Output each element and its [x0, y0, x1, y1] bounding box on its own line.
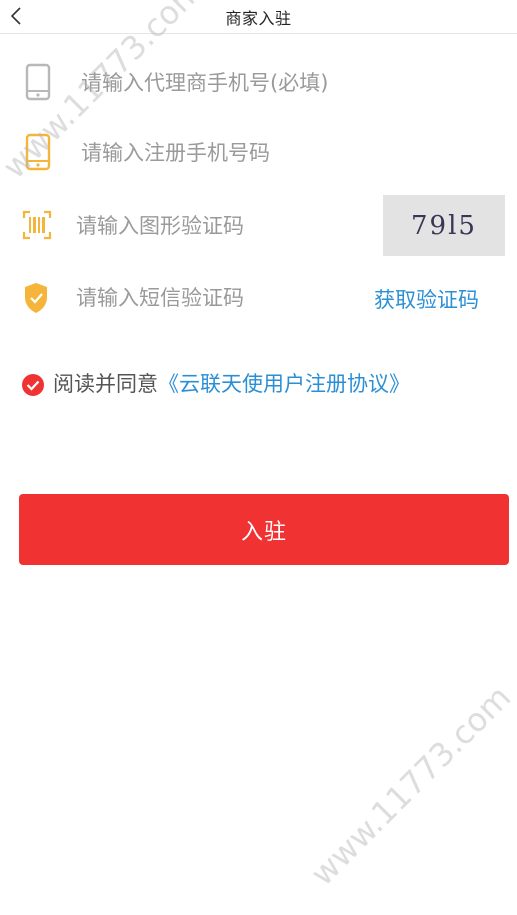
image-code-input[interactable]: 请输入图形验证码: [76, 210, 244, 240]
agent-phone-row[interactable]: 请输入代理商手机号(必填): [0, 52, 517, 112]
agreement-link[interactable]: 《云联天使用户注册协议》: [158, 368, 410, 398]
submit-button[interactable]: 入驻: [19, 494, 509, 565]
shield-check-icon: [23, 282, 49, 318]
phone-icon: [25, 133, 51, 175]
agreement-row: 阅读并同意 《云联天使用户注册协议》: [21, 366, 410, 400]
agent-phone-input[interactable]: 请输入代理商手机号(必填): [81, 67, 328, 97]
get-code-button[interactable]: 获取验证码: [374, 284, 479, 314]
agreement-prefix: 阅读并同意: [53, 372, 158, 396]
captcha-text: 79l5: [411, 210, 477, 241]
register-phone-row[interactable]: 请输入注册手机号码: [0, 122, 517, 182]
phone-icon: [25, 63, 51, 105]
page-title: 商家入驻: [225, 9, 292, 28]
watermark-bottom: www.11773.com: [303, 677, 517, 893]
checkbox-checked-icon[interactable]: [21, 373, 45, 397]
barcode-icon: [22, 210, 52, 244]
sms-code-input[interactable]: 请输入短信验证码: [76, 282, 244, 312]
captcha-image[interactable]: 79l5: [383, 195, 505, 256]
register-phone-input[interactable]: 请输入注册手机号码: [81, 137, 270, 167]
nav-bar: 商家入驻: [0, 0, 517, 34]
